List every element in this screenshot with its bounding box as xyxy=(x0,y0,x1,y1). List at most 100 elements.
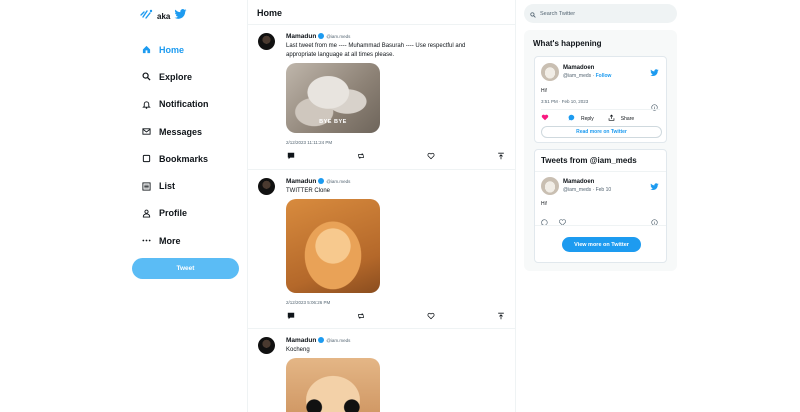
tweet-author-name[interactable]: Mamadun xyxy=(286,337,316,344)
nav-item-explore[interactable]: Explore xyxy=(140,63,209,90)
like-icon[interactable] xyxy=(426,311,436,321)
tweet[interactable]: Mamadun @iam.meds TWITTER Clone 2/12/202… xyxy=(248,170,516,329)
avatar[interactable] xyxy=(258,178,275,195)
reply-label[interactable]: Reply xyxy=(581,116,594,122)
view-more-button[interactable]: View more on Twitter xyxy=(562,237,641,252)
nav-label: Messages xyxy=(159,126,203,137)
tweet-author-name[interactable]: Mamadun xyxy=(286,33,316,40)
nav-item-more[interactable]: More xyxy=(140,227,209,254)
tweet-author-name[interactable]: Mamadoen xyxy=(563,65,594,71)
tweet-body: Mamadun @iam.meds TWITTER Clone 2/12/202… xyxy=(286,177,508,305)
tweet-media-image[interactable]: BYE BYE xyxy=(286,63,380,133)
nav-label: Profile xyxy=(159,208,188,219)
media-caption: BYE BYE xyxy=(319,119,347,125)
tweet-author-handle[interactable]: @iam.meds xyxy=(326,338,350,343)
like-icon[interactable] xyxy=(559,213,566,231)
twitter-bird-icon[interactable] xyxy=(650,64,659,82)
avatar[interactable] xyxy=(258,337,275,354)
tweet-author-handle[interactable]: @iam_meds · Feb 10 xyxy=(563,187,611,193)
search-input[interactable] xyxy=(540,10,660,17)
reply-icon[interactable] xyxy=(286,151,296,161)
tweet-button[interactable]: Tweet xyxy=(132,258,239,279)
page-title: Home xyxy=(257,8,283,18)
tweet-timestamp: 2/12/2023 11:11:24 PM xyxy=(286,140,333,145)
nav-label: More xyxy=(159,235,181,246)
avatar[interactable] xyxy=(541,63,559,81)
tweet-actions xyxy=(286,151,506,161)
retweet-icon[interactable] xyxy=(356,151,366,161)
tweet-text: Hi! xyxy=(541,88,548,94)
nav-item-home[interactable]: Home xyxy=(140,36,209,63)
nav-label: Explore xyxy=(159,71,193,82)
reply-icon[interactable] xyxy=(286,311,296,321)
search-icon xyxy=(140,71,152,83)
tweet-meta: Mamadun @iam.meds xyxy=(286,177,508,185)
tweet-body: Mamadun @iam.meds Kocheng xyxy=(286,336,508,412)
tweet-text: TWITTER Clone xyxy=(286,188,331,194)
reply-icon[interactable] xyxy=(541,213,548,231)
tweet-meta: Mamadun @iam.meds xyxy=(286,32,508,40)
share-icon[interactable] xyxy=(608,114,615,123)
brand-text: aka xyxy=(157,11,171,21)
twitter-bird-icon[interactable] xyxy=(650,178,659,196)
feed: Home Mamadun @iam.meds Last tweet from m… xyxy=(247,0,516,412)
read-more-button[interactable]: Read more on Twitter xyxy=(541,126,662,138)
verified-icon xyxy=(318,33,325,39)
tweet-media-image[interactable] xyxy=(286,358,380,412)
embedded-tweet-card[interactable]: Mamadoen @iam_meds · Follow Hi! 3:51 PM … xyxy=(534,56,667,143)
mail-icon xyxy=(140,126,152,138)
tweet-actions xyxy=(286,311,506,321)
twitter-bird-icon xyxy=(174,7,187,25)
avatar[interactable] xyxy=(541,177,559,195)
tweet-text: Hi! xyxy=(541,201,548,207)
divider xyxy=(541,109,660,110)
brand-logo-icon xyxy=(140,7,153,25)
like-icon[interactable] xyxy=(426,151,436,161)
nav-item-list[interactable]: List xyxy=(140,172,209,199)
divider xyxy=(535,171,666,172)
whats-happening-panel: What's happening Mamadoen @iam_meds · Fo… xyxy=(524,30,677,271)
share-label[interactable]: Share xyxy=(621,116,634,122)
more-icon xyxy=(140,235,152,247)
nav-label: Home xyxy=(159,44,185,55)
tweet-meta: Mamadun @iam.meds xyxy=(286,336,508,344)
tweet-text: Kocheng xyxy=(286,347,310,353)
brand[interactable]: aka xyxy=(140,8,187,24)
info-icon[interactable] xyxy=(651,98,658,116)
tweet-author-handle-row: @iam_meds · Follow xyxy=(563,73,611,79)
tweets-from-timeline: Tweets from @iam_meds Mamadoen @iam_meds… xyxy=(534,149,667,263)
tweet-author-name[interactable]: Mamadoen xyxy=(563,179,594,185)
heart-icon[interactable] xyxy=(541,114,549,123)
nav-label: Bookmarks xyxy=(159,153,209,164)
tweet-timestamp[interactable]: 3:51 PM · Feb 10, 2023 xyxy=(541,99,588,104)
avatar[interactable] xyxy=(258,33,275,50)
primary-nav: Home Explore Notification Messages Bookm… xyxy=(140,36,209,254)
tweet-author-handle[interactable]: @iam.meds xyxy=(326,179,350,184)
tweet[interactable]: Mamadun @iam.meds Last tweet from me ---… xyxy=(248,25,516,170)
search-bar[interactable] xyxy=(524,4,677,23)
retweet-icon[interactable] xyxy=(356,311,366,321)
reply-icon[interactable] xyxy=(568,114,575,123)
list-icon xyxy=(140,180,152,192)
share-icon[interactable] xyxy=(496,151,506,161)
tweet-author-handle[interactable]: @iam_meds xyxy=(563,73,591,79)
tweet[interactable]: Mamadun @iam.meds Kocheng xyxy=(248,329,516,412)
tweet-text: Last tweet from me ---- Muhammad Basurah… xyxy=(286,43,466,58)
share-icon[interactable] xyxy=(496,311,506,321)
tweet-media-image[interactable] xyxy=(286,199,380,293)
tweet-author-handle[interactable]: @iam.meds xyxy=(326,34,350,39)
bell-icon xyxy=(140,98,152,110)
tweet-author-name[interactable]: Mamadun xyxy=(286,178,316,185)
nav-label: List xyxy=(159,181,176,192)
nav-label: Notification xyxy=(159,99,209,110)
verified-icon xyxy=(318,337,325,343)
nav-item-bookmarks[interactable]: Bookmarks xyxy=(140,145,209,172)
nav-item-messages[interactable]: Messages xyxy=(140,118,209,145)
info-icon[interactable] xyxy=(651,213,658,231)
person-icon xyxy=(140,207,152,219)
nav-item-notification[interactable]: Notification xyxy=(140,91,209,118)
home-icon xyxy=(140,44,152,56)
nav-item-profile[interactable]: Profile xyxy=(140,200,209,227)
follow-link[interactable]: Follow xyxy=(596,73,612,79)
timeline-title[interactable]: Tweets from @iam_meds xyxy=(541,156,637,165)
